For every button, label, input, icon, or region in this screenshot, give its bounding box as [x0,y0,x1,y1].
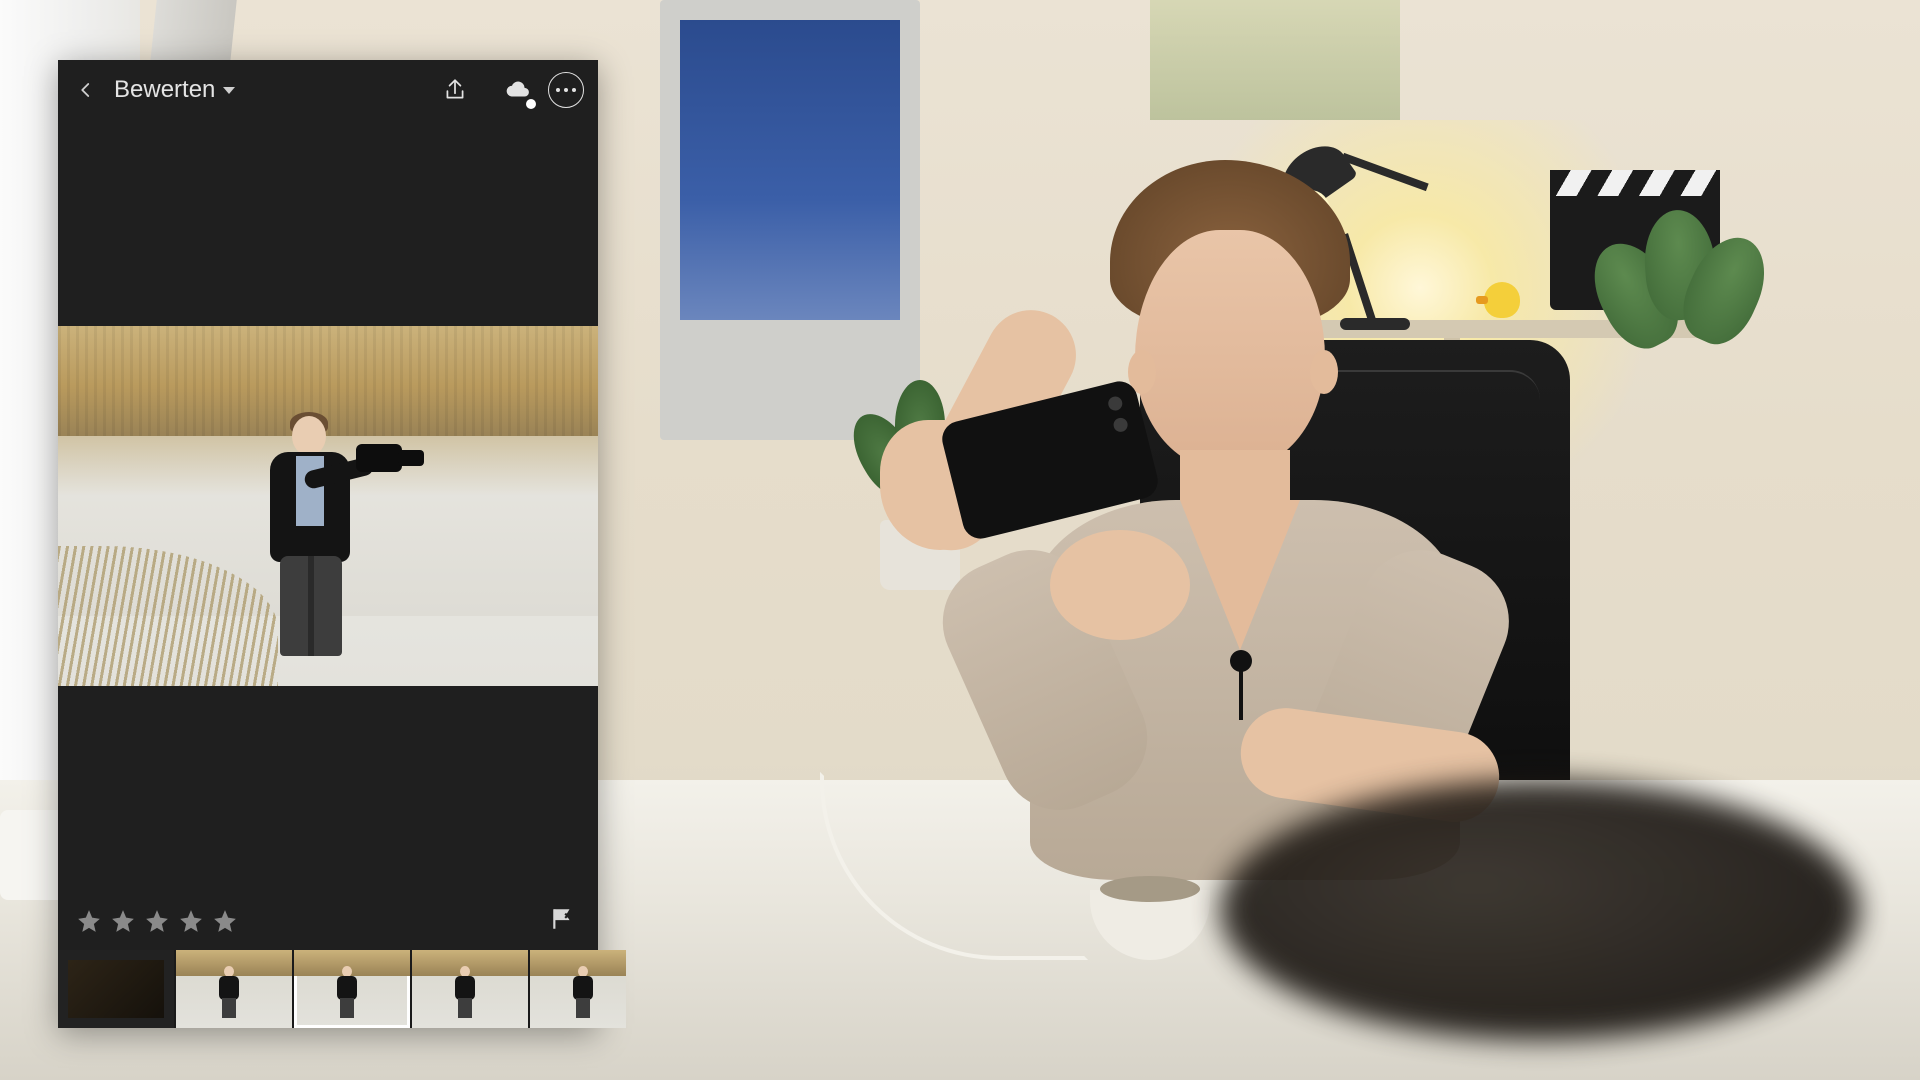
share-button[interactable] [438,73,472,107]
sync-status-dot [526,99,536,109]
thumbnail-5[interactable] [530,950,626,1028]
cloud-icon [504,77,530,103]
more-options-button[interactable] [548,72,584,108]
star-1[interactable] [76,908,102,934]
star-icon [76,908,102,934]
star-2[interactable] [110,908,136,934]
filmstrip[interactable] [58,950,598,1028]
mode-label: Bewerten [114,76,215,104]
flag-icon [550,906,576,932]
foreground-camera-blur [1220,780,1860,1040]
top-bar: Bewerten [58,60,598,120]
wall-picture [1150,0,1400,120]
cloud-sync-button[interactable] [500,73,534,107]
lavalier-mic [1230,650,1252,672]
star-3[interactable] [144,908,170,934]
back-button[interactable] [72,76,100,104]
flag-toggle[interactable] [550,906,580,936]
rating-bar [58,892,598,950]
shelf-plant [1590,200,1770,400]
star-icon [144,908,170,934]
lightroom-mobile-screen: Bewerten [58,60,598,1028]
star-icon [110,908,136,934]
thumbnail-4[interactable] [412,950,528,1028]
mode-dropdown[interactable]: Bewerten [114,76,235,104]
thumbnail-3[interactable] [294,950,410,1028]
share-icon [442,77,468,103]
current-photo [58,326,598,686]
photo-subject [248,416,368,656]
star-4[interactable] [178,908,204,934]
star-icon [212,908,238,934]
star-5[interactable] [212,908,238,934]
more-horizontal-icon [556,88,560,92]
photo-viewer[interactable] [58,120,598,892]
thumbnail-1[interactable] [58,950,174,1028]
thumbnail-2[interactable] [176,950,292,1028]
star-icon [178,908,204,934]
chevron-left-icon [77,81,95,99]
caret-down-icon [223,87,235,94]
